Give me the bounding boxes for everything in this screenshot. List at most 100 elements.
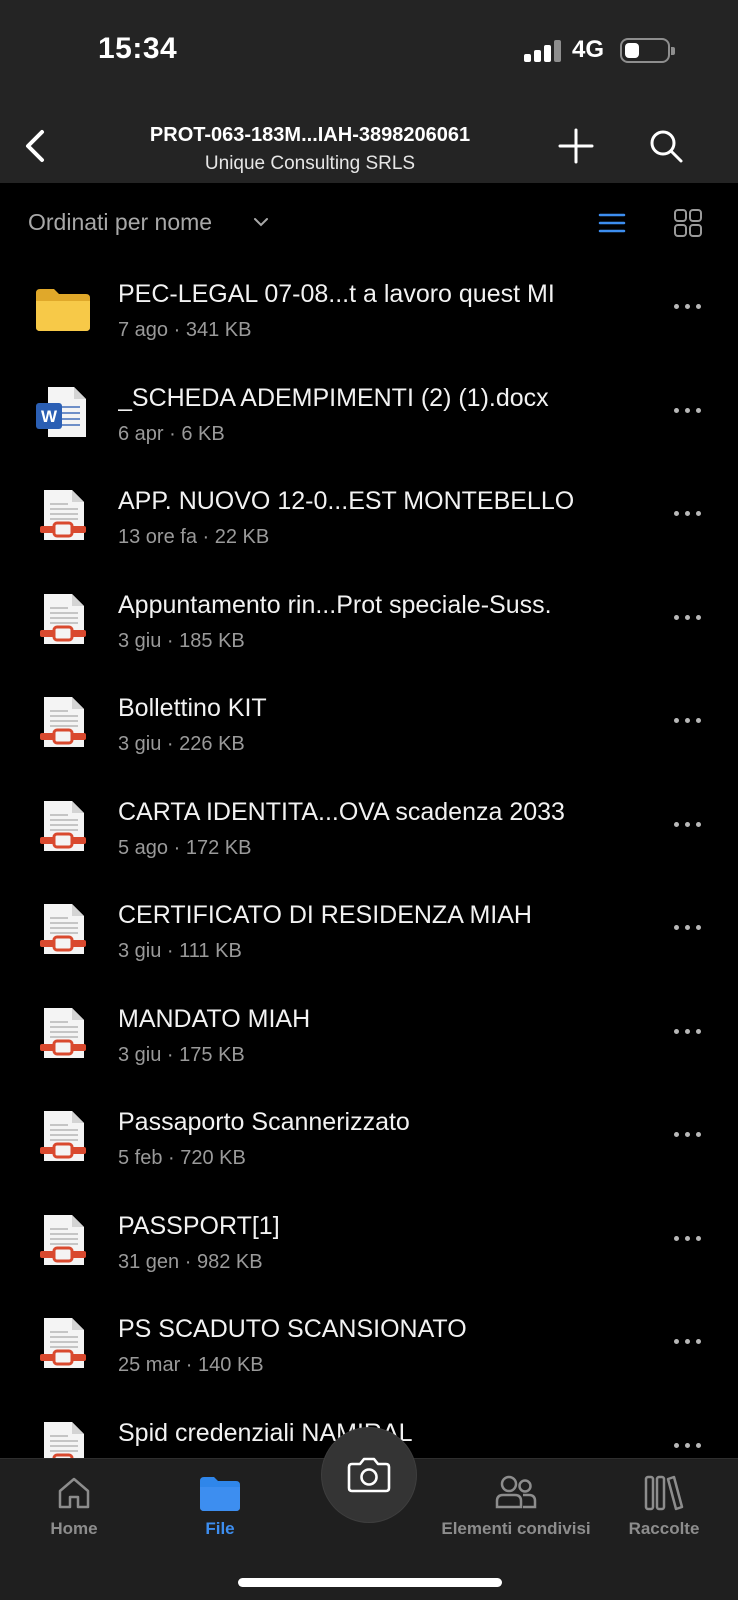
file-name: Appuntamento rin...Prot speciale-Suss. xyxy=(118,590,552,619)
file-meta: 3 giu · 226 KB xyxy=(118,733,245,755)
camera-icon xyxy=(347,1457,391,1493)
more-options-icon[interactable] xyxy=(668,1016,708,1046)
file-row[interactable]: CARTA IDENTITA...OVA scadenza 2033 5 ago … xyxy=(0,781,738,885)
pdf-file-icon xyxy=(40,904,86,954)
file-type-icon xyxy=(34,1107,92,1165)
search-button[interactable] xyxy=(644,124,688,168)
file-type-icon xyxy=(34,486,92,544)
sort-bar: Ordinati per nome xyxy=(0,183,738,263)
people-icon xyxy=(495,1475,537,1509)
file-meta: 3 giu · 111 KB xyxy=(118,940,242,962)
file-row[interactable]: W _SCHEDA ADEMPIMENTI (2) (1).docx 6 apr ·… xyxy=(0,367,738,471)
more-options-icon[interactable] xyxy=(668,395,708,425)
tab-home-label: Home xyxy=(50,1519,98,1538)
file-name: CERTIFICATO DI RESIDENZA MIAH xyxy=(118,901,532,929)
file-type-icon xyxy=(34,1314,92,1372)
more-options-icon[interactable] xyxy=(668,705,708,735)
file-name: PASSPORT[1] xyxy=(118,1211,280,1240)
file-name: Passaporto Scannerizzato xyxy=(118,1108,410,1136)
tab-file[interactable]: File xyxy=(140,1473,300,1539)
file-row[interactable]: PS SCADUTO SCANSIONATO 25 mar · 140 KB xyxy=(0,1298,738,1402)
chevron-left-icon xyxy=(26,130,44,162)
status-bar: 15:34 4G xyxy=(0,0,738,100)
file-row[interactable]: Passaporto Scannerizzato 5 feb · 720 KB xyxy=(0,1091,738,1195)
more-options-icon[interactable] xyxy=(668,291,708,321)
file-type-icon: W xyxy=(34,383,92,441)
file-meta: 6 apr · 6 KB xyxy=(118,422,225,445)
file-row[interactable]: Appuntamento rin...Prot speciale-Suss. 3 … xyxy=(0,574,738,678)
pdf-file-icon xyxy=(40,593,86,644)
back-button[interactable] xyxy=(18,124,54,168)
network-type: 4G xyxy=(572,36,605,63)
tab-collections[interactable]: Raccolte xyxy=(584,1473,738,1539)
list-view-icon[interactable] xyxy=(596,207,628,239)
tab-shared[interactable]: Elementi condivisi xyxy=(436,1473,596,1539)
file-meta: 13 ore fa · 22 KB xyxy=(118,526,270,548)
pdf-file-icon xyxy=(40,1007,86,1058)
tab-home[interactable]: Home xyxy=(0,1473,154,1539)
file-meta: 3 giu · 185 KB xyxy=(118,629,245,652)
home-indicator xyxy=(238,1578,502,1587)
file-meta: 3 giu · 175 KB xyxy=(118,1043,245,1066)
file-row[interactable]: Bollettino KIT 3 giu · 226 KB xyxy=(0,677,738,781)
word-file-icon: W xyxy=(36,386,86,437)
tab-file-label: File xyxy=(205,1519,235,1538)
sort-dropdown[interactable]: Ordinati per nome xyxy=(28,209,212,236)
pdf-file-icon xyxy=(40,800,86,851)
folder-owner: Unique Consulting SRLS xyxy=(204,153,416,174)
tab-collections-label: Raccolte xyxy=(628,1519,700,1538)
pdf-file-icon xyxy=(40,490,86,540)
more-options-icon[interactable] xyxy=(668,912,708,942)
file-type-icon xyxy=(34,693,92,751)
folder-title: PROT-063-183M...IAH-3898206061 xyxy=(149,124,471,146)
folder-icon xyxy=(36,289,90,331)
pdf-file-icon xyxy=(40,1214,86,1265)
home-icon xyxy=(58,1477,90,1509)
file-row[interactable]: MANDATO MIAH 3 giu · 175 KB xyxy=(0,988,738,1092)
file-row[interactable]: PASSPORT[1] 31 gen · 982 KB xyxy=(0,1195,738,1299)
top-header: 15:34 4G PROT-063-183M...IAH-3898206061 … xyxy=(0,0,738,183)
plus-icon xyxy=(558,128,594,164)
file-row[interactable]: CERTIFICATO DI RESIDENZA MIAH 3 giu · 111… xyxy=(0,884,738,988)
more-options-icon[interactable] xyxy=(668,1326,708,1356)
folder-title-block: PROT-063-183M...IAH-3898206061 Unique Co… xyxy=(90,124,530,175)
file-type-icon xyxy=(34,590,92,648)
pdf-file-icon xyxy=(40,1318,86,1368)
cellular-signal-icon xyxy=(524,40,562,62)
grid-view-icon[interactable] xyxy=(672,207,704,239)
more-options-icon[interactable] xyxy=(668,1430,708,1460)
chevron-down-icon[interactable] xyxy=(252,213,270,231)
file-type-icon xyxy=(34,900,92,958)
file-type-icon xyxy=(34,797,92,855)
tab-shared-label: Elementi condivisi xyxy=(441,1519,591,1538)
more-options-icon[interactable] xyxy=(668,1119,708,1149)
file-meta: 7 ago · 341 KB xyxy=(118,319,252,341)
more-options-icon[interactable] xyxy=(668,1223,708,1253)
more-options-icon[interactable] xyxy=(668,602,708,632)
file-name: _SCHEDA ADEMPIMENTI (2) (1).docx xyxy=(118,383,549,412)
add-button[interactable] xyxy=(554,124,598,168)
search-icon xyxy=(650,130,683,163)
file-name: MANDATO MIAH xyxy=(118,1004,311,1033)
file-name: Bollettino KIT xyxy=(118,694,267,722)
pdf-file-icon xyxy=(40,697,86,747)
file-name: CARTA IDENTITA...OVA scadenza 2033 xyxy=(118,797,565,826)
file-meta: 25 mar · 140 KB xyxy=(118,1354,264,1376)
file-meta: 5 ago · 172 KB xyxy=(118,836,252,859)
more-options-icon[interactable] xyxy=(668,498,708,528)
file-meta: 31 gen · 982 KB xyxy=(118,1250,263,1273)
file-row[interactable]: PEC-LEGAL 07-08...t a lavoro quest MI 7 a… xyxy=(0,263,738,367)
file-name: APP. NUOVO 12-0...EST MONTEBELLO xyxy=(118,487,575,515)
file-list: PEC-LEGAL 07-08...t a lavoro quest MI 7 a… xyxy=(0,263,738,1505)
camera-button[interactable] xyxy=(322,1428,416,1522)
more-options-icon[interactable] xyxy=(668,809,708,839)
file-type-icon xyxy=(34,279,92,337)
battery-icon xyxy=(620,38,675,63)
file-row[interactable]: APP. NUOVO 12-0...EST MONTEBELLO 13 ore f… xyxy=(0,470,738,574)
pdf-file-icon xyxy=(40,1111,86,1161)
folder-icon xyxy=(200,1477,240,1511)
file-type-icon xyxy=(34,1004,92,1062)
file-meta: 5 feb · 720 KB xyxy=(118,1147,246,1169)
library-icon xyxy=(644,1475,684,1511)
file-name: PS SCADUTO SCANSIONATO xyxy=(118,1315,467,1343)
